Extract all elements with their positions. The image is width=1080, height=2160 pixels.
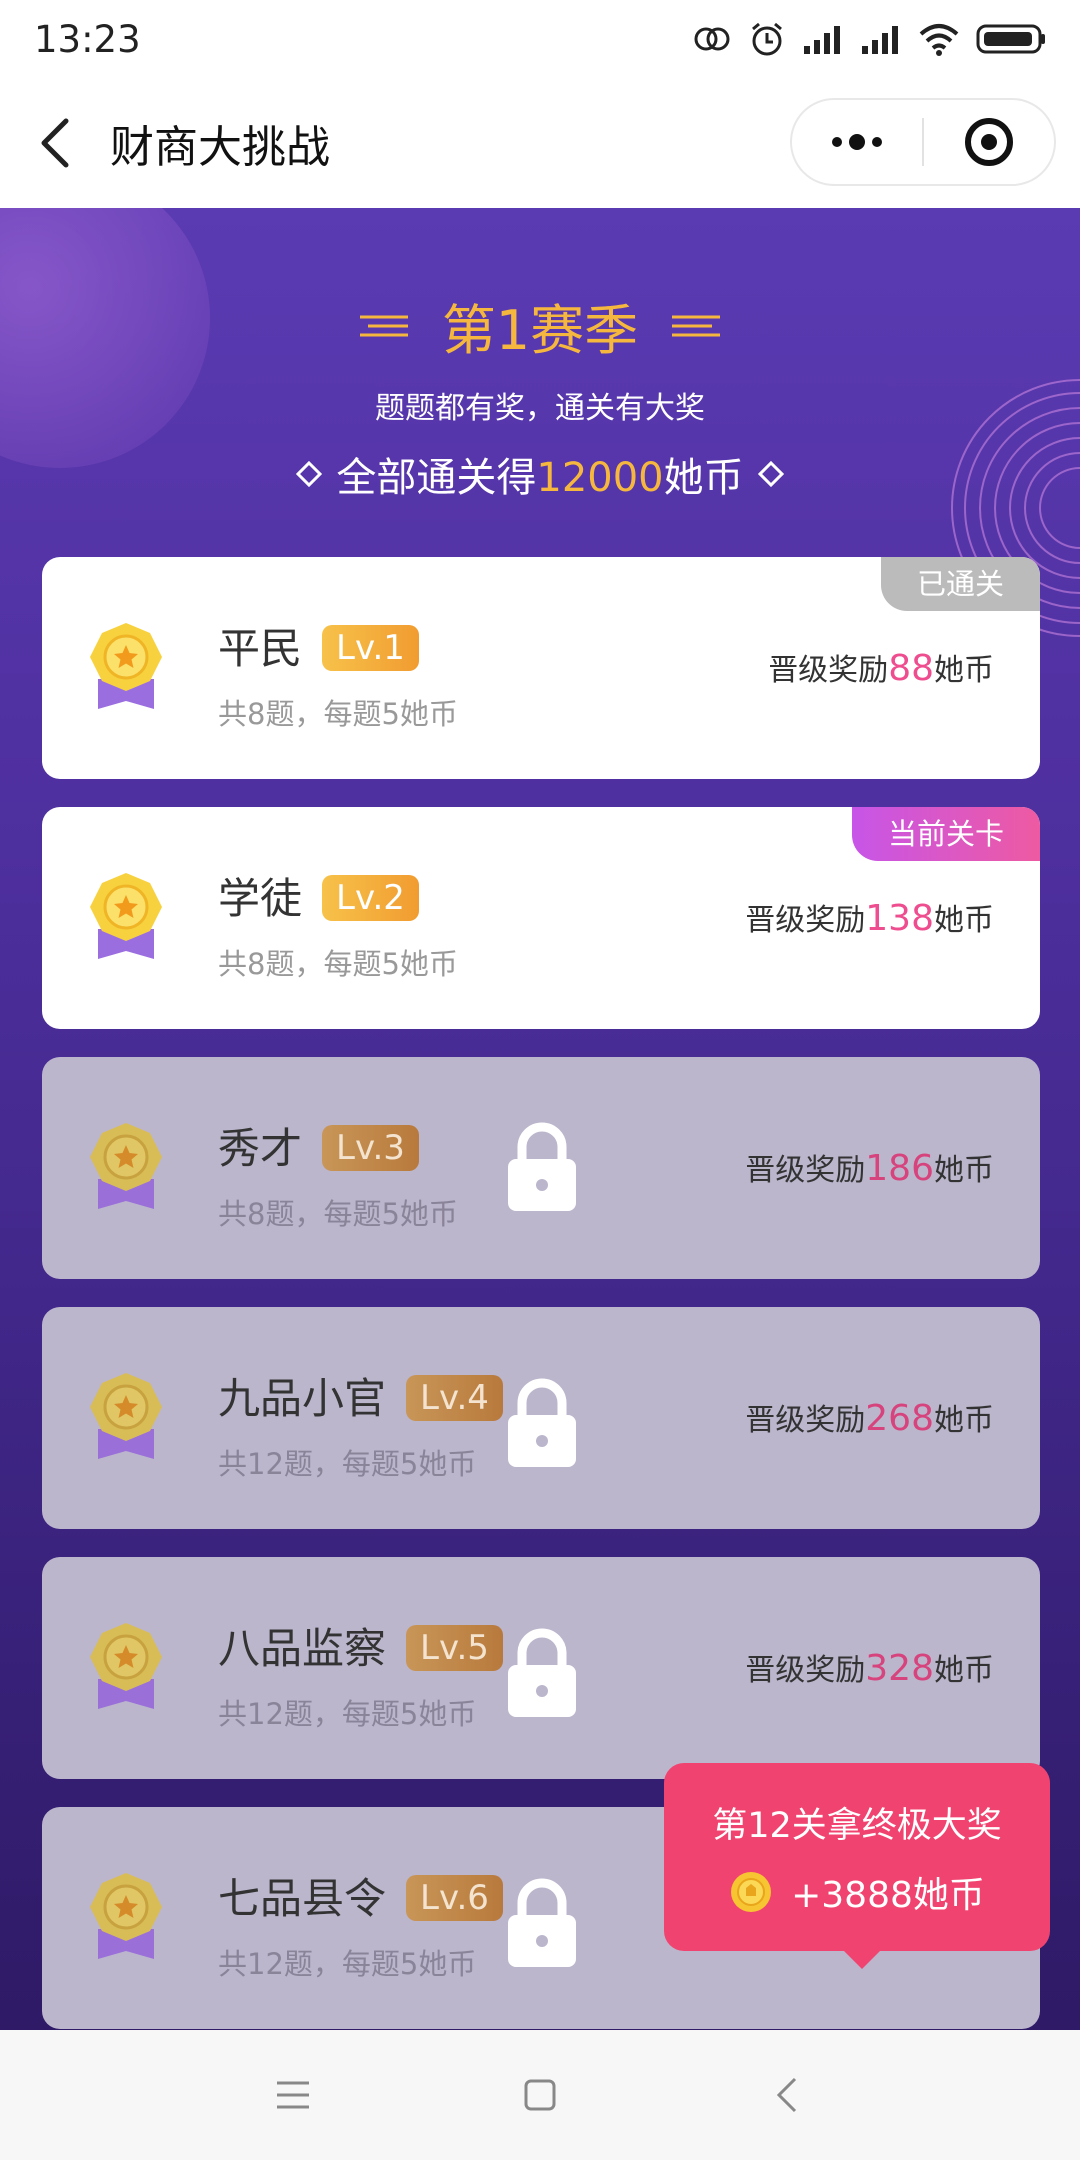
season-subtitle: 题题都有奖，通关有大奖: [375, 391, 705, 426]
prize-amount: +3888她币: [791, 1875, 985, 1916]
signal-icon: [804, 26, 840, 54]
system-nav-bar: [0, 2030, 1080, 2160]
lock-icon: [508, 1122, 576, 1211]
medal-icon: [90, 1873, 162, 1959]
level-desc: 共12题，每题5她币: [218, 1447, 477, 1481]
main-content: 第1赛季 题题都有奖，通关有大奖 全部通关得12000她币 平民 Lv.1 共8题…: [0, 208, 1080, 2030]
level-desc: 共12题，每题5她币: [218, 1947, 477, 1981]
back-chevron-icon: [776, 2077, 796, 2113]
level-desc: 共8题，每题5她币: [218, 697, 458, 731]
status-bar: 13:23: [0, 0, 1080, 78]
status-time: 13:23: [34, 17, 141, 61]
title-deco-left-icon: [359, 315, 408, 336]
level-card-2[interactable]: 学徒 Lv.2 共8题，每题5她币 晋级奖励138她币 当前关卡: [42, 807, 1040, 1029]
level-name: 七品县令: [218, 1874, 387, 1923]
goal-amount: 12000: [536, 455, 664, 501]
link-icon: [694, 27, 730, 51]
target-icon: [964, 118, 1013, 166]
menu-button[interactable]: [253, 2055, 333, 2135]
status-icons: [692, 20, 1046, 58]
level-name: 平民: [218, 624, 303, 673]
system-back-button[interactable]: [747, 2055, 827, 2135]
level-badge: Lv.3: [322, 1125, 419, 1171]
nav-bar: 财商大挑战: [0, 78, 1080, 208]
popup-pointer: [844, 1951, 880, 1969]
prize-title: 第12关拿终极大奖: [712, 1806, 1002, 1846]
level-card-5[interactable]: 八品监察 Lv.5 共12题，每题5她币 晋级奖励328她币: [42, 1557, 1040, 1779]
level-reward: 晋级奖励138她币: [745, 898, 994, 939]
level-badge: Lv.1: [322, 625, 419, 671]
goal-suffix: 她币: [663, 455, 744, 501]
level-desc: 共12题，每题5她币: [218, 1697, 477, 1731]
medal-icon: [90, 623, 162, 709]
level-badge: Lv.2: [322, 875, 419, 921]
medal-icon: [90, 1623, 162, 1709]
wifi-icon: [919, 24, 959, 56]
reward-amount: 328: [865, 1648, 934, 1689]
status-badge: 当前关卡: [851, 807, 1040, 861]
more-dots-icon: [832, 134, 882, 150]
level-name: 九品小官: [218, 1374, 387, 1423]
level-card-1[interactable]: 平民 Lv.1 共8题，每题5她币 晋级奖励88她币 已通关: [42, 557, 1040, 779]
final-prize-popup[interactable]: 第12关拿终极大奖 +3888她币: [664, 1763, 1050, 1969]
season-title: 第1赛季: [441, 299, 639, 362]
more-button[interactable]: [792, 100, 922, 184]
back-arrow-icon: [41, 118, 69, 168]
level-badge: Lv.4: [406, 1375, 503, 1421]
goal-prefix: 全部通关得: [336, 455, 537, 501]
medal-icon: [90, 873, 162, 959]
level-badge: Lv.5: [406, 1625, 503, 1671]
battery-icon: [976, 24, 1045, 54]
reward-amount: 268: [865, 1398, 934, 1439]
reward-amount: 88: [888, 648, 934, 689]
home-button[interactable]: [500, 2055, 580, 2135]
diamond-icon: [296, 461, 323, 487]
level-reward: 晋级奖励186她币: [745, 1148, 994, 1189]
level-desc: 共8题，每题5她币: [218, 1197, 458, 1231]
coin-icon: [731, 1872, 772, 1912]
menu-icon: [277, 2081, 310, 2109]
season-header: 第1赛季 题题都有奖，通关有大奖 全部通关得12000她币: [0, 286, 1080, 503]
lock-icon: [508, 1878, 576, 1967]
level-name: 秀才: [218, 1124, 303, 1173]
level-reward: 晋级奖励88她币: [768, 648, 994, 689]
level-desc: 共8题，每题5她币: [218, 947, 458, 981]
lock-icon: [508, 1628, 576, 1717]
page-title: 财商大挑战: [110, 122, 330, 173]
level-name: 八品监察: [218, 1624, 387, 1673]
level-badge: Lv.6: [406, 1875, 503, 1921]
miniapp-capsule: [790, 98, 1056, 186]
medal-icon: [90, 1373, 162, 1459]
status-badge: 已通关: [880, 557, 1040, 611]
home-square-icon: [524, 2079, 556, 2111]
season-goal: 全部通关得12000她币: [0, 445, 1080, 503]
alarm-icon: [752, 22, 782, 56]
level-reward: 晋级奖励328她币: [745, 1648, 994, 1689]
lock-icon: [508, 1378, 576, 1467]
signal-icon-2: [862, 26, 898, 54]
level-reward: 晋级奖励268她币: [745, 1398, 994, 1439]
level-card-4[interactable]: 九品小官 Lv.4 共12题，每题5她币 晋级奖励268她币: [42, 1307, 1040, 1529]
level-card-3[interactable]: 秀才 Lv.3 共8题，每题5她币 晋级奖励186她币: [42, 1057, 1040, 1279]
level-name: 学徒: [218, 874, 303, 923]
reward-amount: 138: [865, 898, 934, 939]
back-button[interactable]: [0, 78, 110, 208]
medal-icon: [90, 1123, 162, 1209]
title-deco-right-icon: [672, 315, 721, 336]
reward-amount: 186: [865, 1148, 934, 1189]
close-miniapp-button[interactable]: [924, 100, 1054, 184]
diamond-icon: [757, 461, 784, 487]
